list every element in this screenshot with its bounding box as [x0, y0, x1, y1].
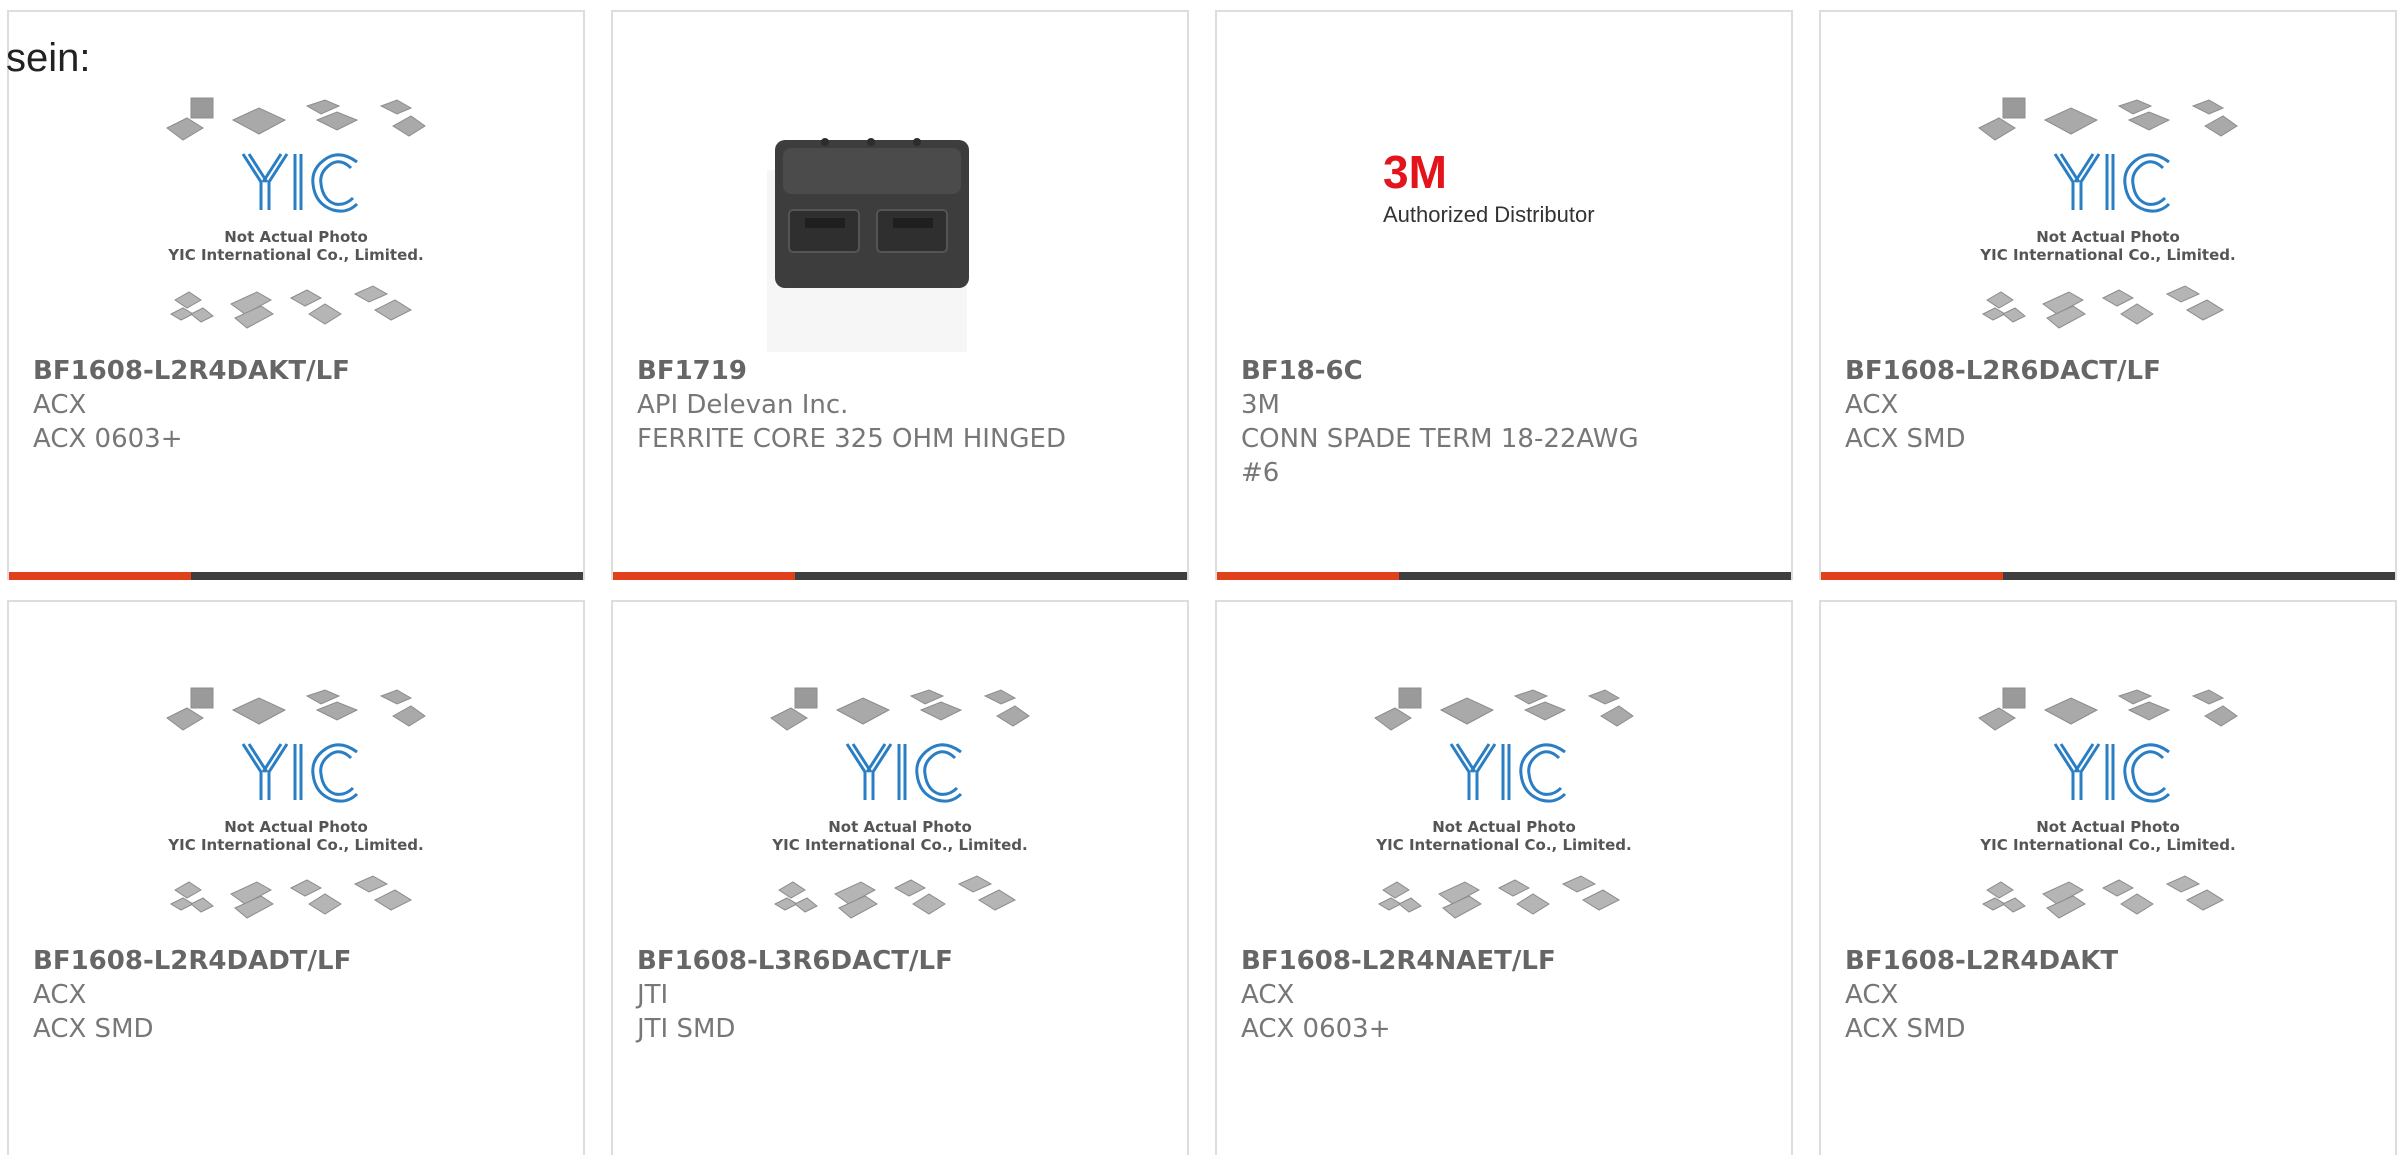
- svg-text:YIC International Co., Limited: YIC International Co., Limited.: [1979, 246, 2235, 264]
- card-accent-bar: [613, 572, 795, 580]
- svg-text:Not Actual Photo: Not Actual Photo: [1432, 818, 1576, 836]
- svg-text:Not Actual Photo: Not Actual Photo: [2036, 228, 2180, 246]
- card-bottom-bar: [1217, 572, 1791, 580]
- svg-text:Not Actual Photo: Not Actual Photo: [2036, 818, 2180, 836]
- product-card[interactable]: Not Actual Photo YIC International Co., …: [7, 10, 585, 580]
- svg-text:Not Actual Photo: Not Actual Photo: [224, 228, 368, 246]
- card-accent-bar: [1821, 572, 2003, 580]
- part-number[interactable]: BF1608-L2R4DAKT: [1845, 944, 2375, 978]
- placeholder-image: Not Actual Photo YIC International Co., …: [765, 682, 1035, 942]
- ferrite-core-image: [765, 92, 1035, 352]
- product-card[interactable]: 3M Authorized Distributor BF18-6C 3M CON…: [1215, 10, 1793, 580]
- svg-text:YIC International Co., Limited: YIC International Co., Limited.: [167, 836, 423, 854]
- part-number[interactable]: BF1608-L2R4DAKT/LF: [33, 354, 563, 388]
- description: JTI SMD: [637, 1014, 736, 1044]
- card-accent-bar: [1217, 572, 1399, 580]
- manufacturer: API Delevan Inc.: [637, 390, 849, 420]
- svg-text:Not Actual Photo: Not Actual Photo: [224, 818, 368, 836]
- manufacturer: JTI: [637, 980, 669, 1010]
- part-number[interactable]: BF1608-L2R4NAET/LF: [1241, 944, 1771, 978]
- svg-text:YIC International Co., Limited: YIC International Co., Limited.: [1375, 836, 1631, 854]
- manufacturer: ACX: [1845, 390, 1899, 420]
- description: ACX SMD: [1845, 424, 1966, 454]
- description: ACX SMD: [1845, 1014, 1966, 1044]
- manufacturer: ACX: [33, 390, 87, 420]
- svg-text:Authorized Distributor: Authorized Distributor: [1383, 202, 1595, 227]
- part-number[interactable]: BF1608-L3R6DACT/LF: [637, 944, 1167, 978]
- card-accent-bar: [9, 572, 191, 580]
- part-number[interactable]: BF1608-L2R6DACT/LF: [1845, 354, 2375, 388]
- manufacturer: 3M: [1241, 390, 1280, 420]
- svg-text:3M: 3M: [1383, 146, 1447, 198]
- manufacturer: ACX: [33, 980, 87, 1010]
- manufacturer: ACX: [1845, 980, 1899, 1010]
- product-card[interactable]: Not Actual Photo YIC International Co., …: [1819, 10, 2397, 580]
- description: CONN SPADE TERM 18-22AWG #6: [1241, 424, 1639, 488]
- page-label: sein:: [6, 36, 91, 80]
- product-card[interactable]: Not Actual Photo YIC International Co., …: [7, 600, 585, 1155]
- part-number[interactable]: BF18-6C: [1241, 354, 1771, 388]
- description: ACX 0603+: [33, 424, 183, 454]
- placeholder-image: Not Actual Photo YIC International Co., …: [161, 92, 431, 352]
- placeholder-image: Not Actual Photo YIC International Co., …: [1973, 92, 2243, 352]
- product-card[interactable]: BF1719 API Delevan Inc. FERRITE CORE 325…: [611, 10, 1189, 580]
- svg-text:Not Actual Photo: Not Actual Photo: [828, 818, 972, 836]
- placeholder-image: Not Actual Photo YIC International Co., …: [161, 682, 431, 942]
- product-card[interactable]: Not Actual Photo YIC International Co., …: [611, 600, 1189, 1155]
- part-number[interactable]: BF1608-L2R4DADT/LF: [33, 944, 563, 978]
- product-card[interactable]: Not Actual Photo YIC International Co., …: [1819, 600, 2397, 1155]
- description: ACX SMD: [33, 1014, 154, 1044]
- description: FERRITE CORE 325 OHM HINGED: [637, 424, 1066, 454]
- description: ACX 0603+: [1241, 1014, 1391, 1044]
- svg-text:YIC International Co., Limited: YIC International Co., Limited.: [1979, 836, 2235, 854]
- svg-text:YIC International Co., Limited: YIC International Co., Limited.: [771, 836, 1027, 854]
- product-card[interactable]: Not Actual Photo YIC International Co., …: [1215, 600, 1793, 1155]
- manufacturer: ACX: [1241, 980, 1295, 1010]
- part-number[interactable]: BF1719: [637, 354, 1167, 388]
- placeholder-image: Not Actual Photo YIC International Co., …: [1973, 682, 2243, 942]
- card-bottom-bar: [613, 572, 1187, 580]
- card-bottom-bar: [1821, 572, 2395, 580]
- placeholder-image: Not Actual Photo YIC International Co., …: [1369, 682, 1639, 942]
- card-bottom-bar: [9, 572, 583, 580]
- svg-text:YIC International Co., Limited: YIC International Co., Limited.: [167, 246, 423, 264]
- 3m-logo-image: 3M Authorized Distributor: [1369, 92, 1639, 352]
